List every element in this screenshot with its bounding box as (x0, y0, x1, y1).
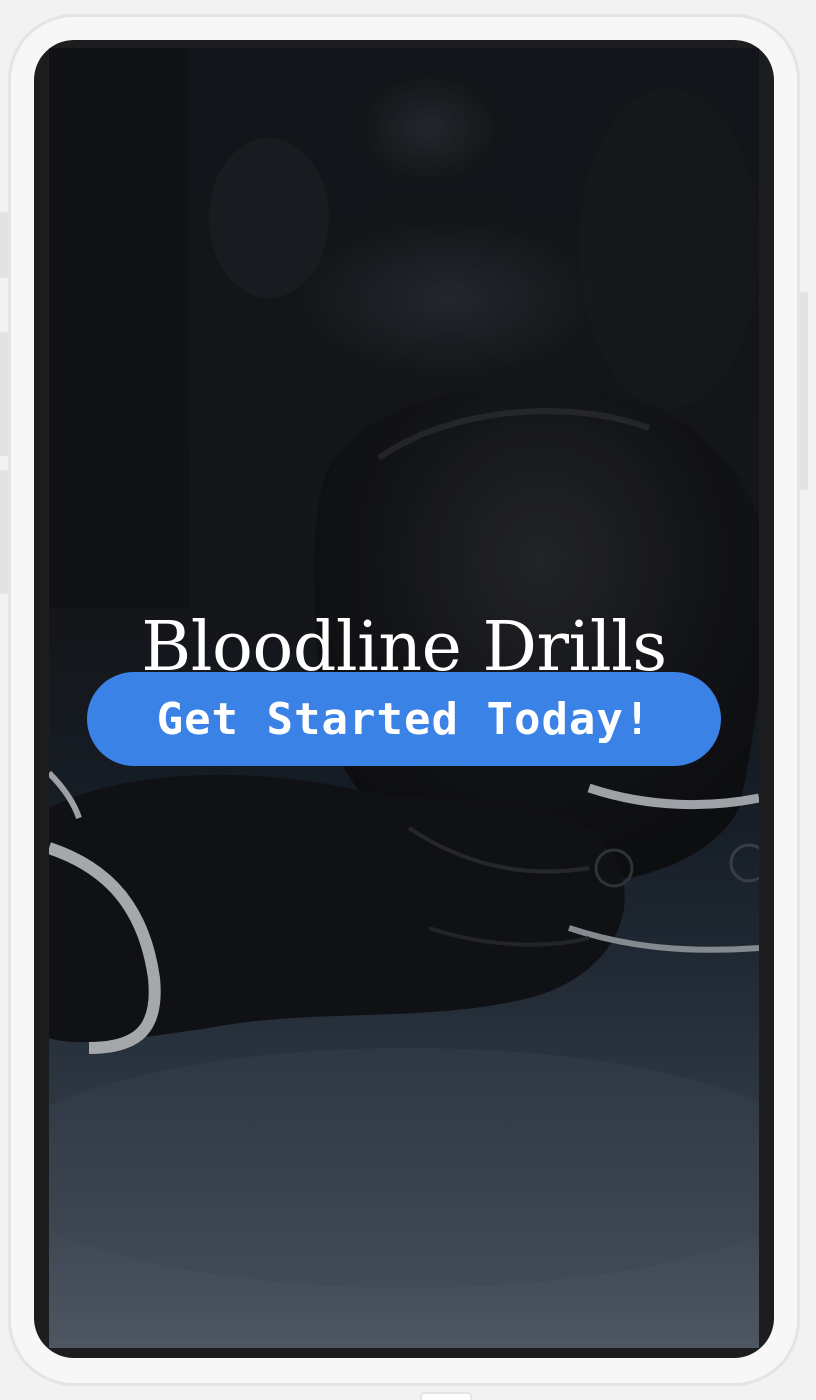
page: Bloodline Drills Get Started Today! (0, 0, 816, 1400)
device-volume-up-button (0, 332, 8, 456)
device-volume-down-button (0, 470, 8, 594)
phone-bezel: Bloodline Drills Get Started Today! (34, 40, 774, 1358)
get-started-button[interactable]: Get Started Today! (87, 672, 721, 766)
app-screen: Bloodline Drills Get Started Today! (49, 48, 759, 1348)
home-indicator (420, 1392, 472, 1400)
device-power-button (800, 292, 808, 490)
device-side-button (0, 212, 8, 278)
